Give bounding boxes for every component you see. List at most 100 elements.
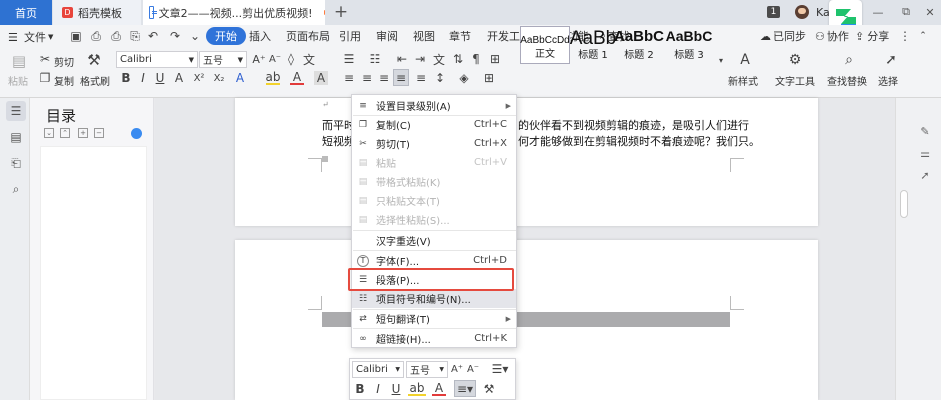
clear-format-icon[interactable]: ◊ [284, 52, 298, 66]
more-options-icon[interactable]: ⋮ [898, 29, 912, 43]
menu-item-toc-level[interactable]: ≡ 设置目录级别(A) ▶ [352, 96, 516, 115]
print-icon[interactable]: ⎙ [109, 28, 123, 44]
paste-icon[interactable]: ▤ [9, 52, 29, 70]
font-size-select[interactable]: 五号 ▼ [199, 51, 247, 68]
scissors-icon[interactable]: ✂ [39, 52, 51, 66]
underline-icon[interactable]: U [153, 71, 167, 85]
redo-icon[interactable]: ↷ [168, 28, 182, 44]
share-button[interactable]: ⇪ 分享 [855, 27, 889, 45]
numbering-icon[interactable]: ☷ [368, 52, 382, 66]
copy-label[interactable]: 复制 [54, 73, 74, 88]
sort-icon[interactable]: ⇅ [451, 52, 465, 66]
align-right-icon[interactable]: ≡ [377, 71, 391, 85]
toc-remove-icon[interactable]: − [94, 128, 104, 138]
pages-panel-icon[interactable]: ▤ [6, 127, 26, 147]
menu-icon[interactable]: ☰ [8, 28, 18, 46]
mini-shrink-font-icon[interactable]: A⁻ [466, 362, 480, 376]
strikethrough-icon[interactable]: A [172, 71, 186, 85]
styles-more-icon[interactable]: ▾ [716, 54, 726, 66]
menu-item-copy[interactable]: ❐ 复制(C) Ctrl+C [352, 115, 516, 134]
justify-icon[interactable]: ≡ [393, 69, 409, 86]
mini-italic-icon[interactable]: I [372, 382, 384, 396]
menu-item-reselect-chars[interactable]: 汉字重选(V) [352, 231, 516, 250]
copy-icon[interactable]: ❐ [39, 71, 51, 85]
tab-home[interactable]: 首页 [0, 0, 52, 25]
file-menu[interactable]: 文件 ▼ [24, 28, 53, 46]
tab-page-layout[interactable]: 页面布局 [286, 27, 330, 45]
cut-label[interactable]: 剪切 [54, 54, 74, 69]
mini-highlight-icon[interactable]: ab [408, 381, 426, 396]
shrink-font-icon[interactable]: A⁻ [268, 52, 282, 66]
menu-item-hyperlink[interactable]: ∞ 超链接(H)... Ctrl+K [352, 329, 516, 348]
bullets-icon[interactable]: ☰ [342, 52, 356, 66]
highlight-icon[interactable]: ab [266, 70, 281, 85]
undo-icon[interactable]: ↶ [146, 28, 160, 44]
scrollbar-thumb[interactable] [900, 190, 908, 218]
find-replace-icon[interactable]: ⌕ [840, 51, 858, 69]
export-icon[interactable]: ⎘ [128, 28, 142, 44]
style-heading-3[interactable]: AaBbC 标题 3 [664, 26, 714, 64]
mini-align-icon[interactable]: ≡▾ [454, 380, 476, 397]
borders-icon[interactable]: ⊞ [482, 71, 496, 85]
print-preview-icon[interactable]: ⎙ [89, 28, 103, 44]
shading-icon[interactable]: ◈ [457, 71, 471, 85]
tab-insert[interactable]: 插入 [249, 27, 271, 45]
paste-label[interactable]: 粘贴 [8, 73, 28, 88]
toc-ai-icon[interactable] [131, 128, 142, 139]
menu-item-bullets[interactable]: ☷ 项目符号和编号(N)... [352, 289, 516, 308]
font-color-icon[interactable]: A [290, 70, 304, 85]
find-panel-icon[interactable]: ⌕ [6, 179, 26, 199]
font-name-select[interactable]: Calibri ▼ [116, 51, 198, 68]
mini-line-spacing-icon[interactable]: ☰▾ [488, 362, 512, 376]
mini-font-size[interactable]: 五号 ▼ [406, 361, 448, 378]
text-tools-label[interactable]: 文字工具 [775, 73, 815, 88]
tab-template[interactable]: D 稻壳模板 [53, 0, 141, 25]
sliders-icon[interactable]: ⚌ [918, 146, 932, 160]
char-shading-icon[interactable]: A [314, 71, 328, 85]
style-normal[interactable]: AaBbCcDd 正文 [520, 26, 570, 64]
sync-status[interactable]: ☁ 已同步 [760, 27, 806, 45]
collapse-ribbon-icon[interactable]: ⌃ [916, 29, 930, 43]
wrench-icon[interactable]: ⚙ [786, 51, 804, 69]
tab-document[interactable]: 文章2——视频...剪出优质视频! [143, 0, 325, 25]
phonetic-icon[interactable]: 文 [302, 52, 316, 67]
mini-underline-icon[interactable]: U [390, 382, 402, 396]
collab-button[interactable]: ⚇ 协作 [815, 27, 849, 45]
align-center-icon[interactable]: ≡ [360, 71, 374, 85]
toc-collapse-icon[interactable]: ⌃ [60, 128, 70, 138]
cursor-icon[interactable]: ➚ [882, 51, 900, 69]
new-style-icon[interactable]: A [736, 51, 754, 69]
edit-pen-icon[interactable]: ✎ [918, 124, 932, 138]
tab-section[interactable]: 章节 [449, 27, 471, 45]
tab-view[interactable]: 视图 [413, 27, 435, 45]
grow-font-icon[interactable]: A⁺ [252, 52, 266, 66]
restore-button[interactable]: ⧉ [898, 4, 914, 20]
mini-font-name[interactable]: Calibri ▼ [352, 361, 404, 378]
doc-line-2-end[interactable]: 何才能够做到在剪辑视频时不着痕迹呢？我们只。 [518, 133, 760, 149]
style-heading-2[interactable]: AaBbC 标题 2 [614, 26, 664, 64]
bookmark-icon[interactable]: ⎗ [6, 153, 26, 173]
decrease-indent-icon[interactable]: ⇤ [395, 52, 409, 66]
mini-format-painter-icon[interactable]: ⚒ [482, 382, 496, 396]
more-chevron-icon[interactable]: ⌄ [188, 28, 202, 44]
toc-expand-icon[interactable]: ⌄ [44, 128, 54, 138]
select-label[interactable]: 选择 [878, 73, 898, 88]
menu-item-cut[interactable]: ✂ 剪切(T) Ctrl+X [352, 134, 516, 153]
increase-indent-icon[interactable]: ⇥ [413, 52, 427, 66]
bold-icon[interactable]: B [120, 71, 132, 85]
format-painter-label[interactable]: 格式刷 [80, 73, 110, 88]
chinese-layout-icon[interactable]: 文 [432, 52, 446, 67]
new-tab-button[interactable]: + [331, 2, 351, 22]
tab-start[interactable]: 开始 [206, 27, 246, 45]
toc-add-icon[interactable]: + [78, 128, 88, 138]
table-icon[interactable]: ⊞ [488, 52, 502, 66]
toc-panel-icon[interactable]: ☰ [6, 101, 26, 121]
tab-review[interactable]: 审阅 [376, 27, 398, 45]
toc-list[interactable] [40, 146, 147, 400]
format-painter-icon[interactable]: ⚒ [84, 50, 104, 70]
italic-icon[interactable]: I [137, 71, 149, 85]
minimize-button[interactable]: — [870, 4, 886, 20]
new-style-label[interactable]: 新样式 [728, 73, 758, 88]
subscript-icon[interactable]: X₂ [212, 71, 226, 85]
superscript-icon[interactable]: X² [192, 71, 206, 85]
